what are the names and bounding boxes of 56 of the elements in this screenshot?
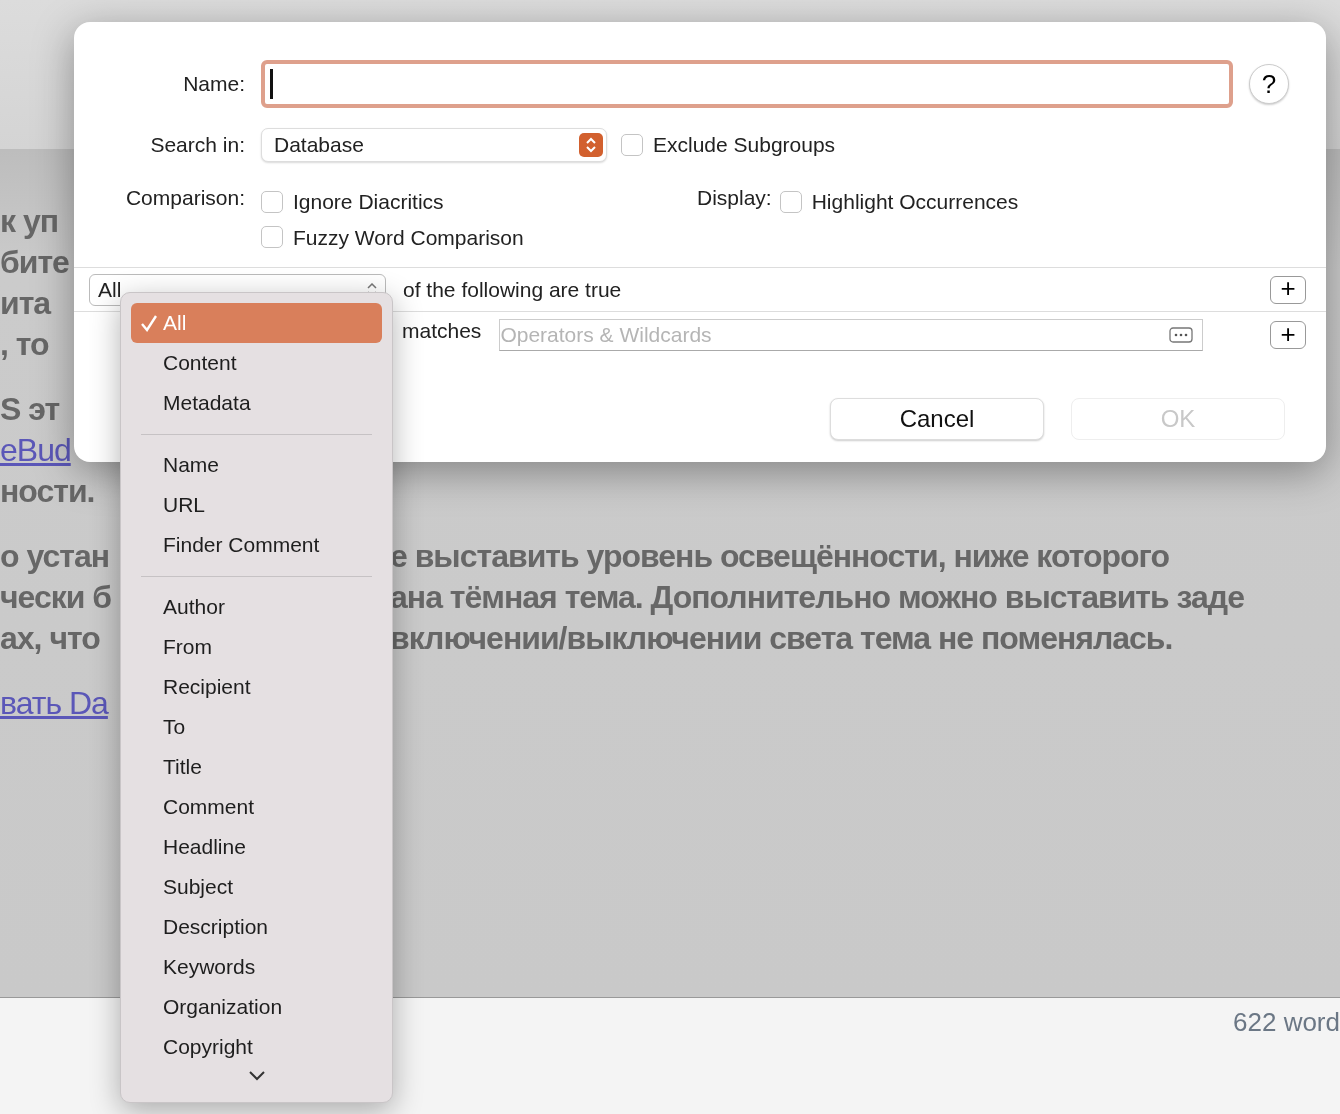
- menu-item[interactable]: Keywords: [131, 947, 382, 987]
- menu-item[interactable]: Name: [131, 445, 382, 485]
- document-text: бите: [0, 243, 69, 280]
- menu-item[interactable]: Comment: [131, 787, 382, 827]
- search-field[interactable]: Operators & Wildcards: [499, 319, 1204, 351]
- document-link[interactable]: eBud: [0, 431, 71, 468]
- menu-item[interactable]: Metadata: [131, 383, 382, 423]
- menu-item[interactable]: Finder Comment: [131, 525, 382, 565]
- add-criterion-button[interactable]: +: [1270, 275, 1306, 304]
- document-text: , то: [0, 325, 49, 362]
- comparison-label: Comparison:: [124, 186, 245, 211]
- document-text: включении/выключении света тема не поменялась.: [390, 618, 1173, 658]
- document-text: ности.: [0, 472, 95, 509]
- checkbox-label: Fuzzy Word Comparison: [293, 224, 524, 251]
- help-button[interactable]: ?: [1249, 64, 1289, 104]
- menu-item[interactable]: Title: [131, 747, 382, 787]
- menu-item[interactable]: Description: [131, 907, 382, 947]
- ellipsis-icon: [1169, 327, 1194, 343]
- menu-item[interactable]: Recipient: [131, 667, 382, 707]
- checkbox[interactable]: [779, 190, 802, 213]
- menu-item[interactable]: Subject: [131, 867, 382, 907]
- menu-item[interactable]: To: [131, 707, 382, 747]
- name-label: Name:: [182, 71, 245, 98]
- checkbox[interactable]: [261, 190, 283, 213]
- operator-label: matches: [402, 318, 482, 345]
- checkbox-label: Ignore Diacritics: [293, 189, 444, 215]
- document-text: чески б: [0, 578, 112, 615]
- stepper-icon: [579, 133, 603, 157]
- document-text: о устан: [0, 537, 110, 574]
- document-text: ах, что: [0, 619, 100, 656]
- search-in-dropdown[interactable]: Database: [261, 128, 607, 162]
- menu-item[interactable]: Headline: [131, 827, 382, 867]
- checkmark-icon: [141, 314, 157, 332]
- checkbox[interactable]: [621, 134, 643, 156]
- document-link[interactable]: вать Da: [0, 684, 108, 721]
- menu-item[interactable]: Copyright: [131, 1027, 382, 1067]
- document-text: S эт: [0, 390, 60, 427]
- cancel-button[interactable]: Cancel: [830, 398, 1044, 440]
- chevron-down-icon: [247, 1069, 266, 1081]
- checkbox[interactable]: [261, 226, 283, 249]
- document-text: к уп: [0, 202, 59, 239]
- add-condition-button[interactable]: +: [1270, 321, 1306, 349]
- menu-item[interactable]: URL: [131, 485, 382, 525]
- checkbox-label: Exclude Subgroups: [653, 132, 836, 159]
- menu-item[interactable]: Organization: [131, 987, 382, 1027]
- document-text: ита: [0, 284, 51, 321]
- checkbox-label: Highlight Occurrences: [811, 189, 1019, 215]
- word-count: 622 word: [1233, 1006, 1340, 1039]
- display-label: Display:: [697, 186, 772, 211]
- name-field[interactable]: [261, 60, 1233, 108]
- criteria-text: of the following are true: [403, 276, 622, 303]
- menu-item[interactable]: Author: [131, 587, 382, 627]
- search-in-label: Search in:: [149, 132, 245, 159]
- menu-item[interactable]: Content: [131, 343, 382, 383]
- menu-item[interactable]: From: [131, 627, 382, 667]
- document-text: ана тёмная тема. Дополнительно можно выставить заде: [390, 577, 1244, 617]
